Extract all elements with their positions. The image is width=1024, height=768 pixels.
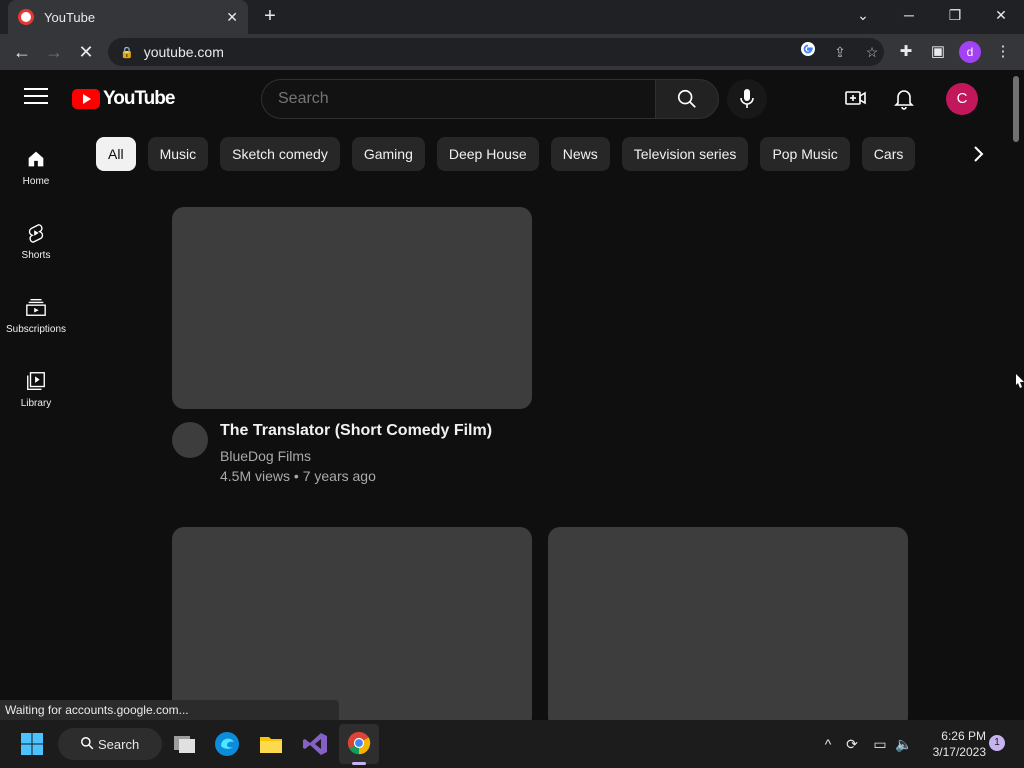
tab-title: YouTube <box>44 9 96 25</box>
visual-studio-icon[interactable] <box>301 730 329 758</box>
video-meta: 4.5M views • 7 years ago <box>220 468 376 484</box>
browser-profile-avatar[interactable]: d <box>959 41 981 63</box>
video-thumbnail[interactable] <box>548 527 908 729</box>
file-explorer-icon[interactable] <box>257 730 285 758</box>
clock-time: 6:26 PM <box>941 729 986 743</box>
chip-all[interactable]: All <box>96 137 136 171</box>
extensions-puzzle-icon[interactable]: ✚ <box>894 40 918 64</box>
guide-item-subscriptions[interactable]: Subscriptions <box>0 296 72 370</box>
windows-taskbar: Search ^ ⟳ ▭ 🔈 6:26 PM 3/17/2023 1 <box>0 720 1024 768</box>
youtube-masthead: YouTube C <box>0 70 1010 126</box>
voice-search-button[interactable] <box>727 79 767 119</box>
shorts-icon <box>28 224 44 243</box>
url-text: youtube.com <box>143 44 224 60</box>
home-icon <box>28 151 44 167</box>
browser-menu-icon[interactable]: ⋮ <box>991 40 1015 64</box>
chevron-up-icon[interactable]: ^ <box>818 734 838 754</box>
chip-deep-house[interactable]: Deep House <box>436 137 539 171</box>
search-icon <box>81 737 94 750</box>
notification-badge[interactable]: 1 <box>989 735 1005 751</box>
taskbar-clock[interactable]: 6:26 PM 3/17/2023 <box>920 728 986 760</box>
guide-item-shorts[interactable]: Shorts <box>0 222 72 296</box>
browser-toolbar: ← → ✕ 🔒 youtube.com ⇪ ☆ ✚ ▣ d ⋮ <box>0 34 1024 70</box>
video-thumbnail[interactable] <box>172 527 532 729</box>
video-title[interactable]: The Translator (Short Comedy Film) <box>220 422 492 440</box>
chip-pop-music[interactable]: Pop Music <box>760 137 850 171</box>
chrome-icon <box>347 731 371 755</box>
chip-sketch-comedy[interactable]: Sketch comedy <box>220 137 340 171</box>
chip-cars[interactable]: Cars <box>861 137 916 171</box>
filter-chips: All Music Sketch comedy Gaming Deep Hous… <box>96 137 916 171</box>
chip-television-series[interactable]: Television series <box>621 137 749 171</box>
account-avatar[interactable]: C <box>946 83 978 115</box>
forward-arrow-icon[interactable]: → <box>42 40 66 64</box>
chevron-right-icon[interactable] <box>966 142 990 166</box>
library-icon <box>27 372 45 390</box>
page-scrollbar[interactable] <box>1010 70 1024 720</box>
notifications-bell-icon[interactable] <box>892 86 916 110</box>
edge-browser-icon[interactable] <box>213 730 241 758</box>
close-window-button[interactable]: ✕ <box>978 0 1024 30</box>
channel-avatar[interactable] <box>172 422 208 458</box>
address-bar[interactable]: 🔒 youtube.com ⇪ ☆ <box>108 38 884 66</box>
guide-menu-icon[interactable] <box>24 88 48 108</box>
restore-button[interactable]: ❐ <box>932 0 978 30</box>
youtube-play-logo-icon <box>72 89 100 109</box>
minimize-button[interactable]: ─ <box>886 0 932 30</box>
bookmark-star-icon[interactable]: ☆ <box>860 40 884 64</box>
tab-search-chevron-icon[interactable]: ⌄ <box>840 0 886 30</box>
browser-status-bubble: Waiting for accounts.google.com... <box>0 700 339 720</box>
taskbar-search-button[interactable]: Search <box>58 728 162 760</box>
volume-icon[interactable]: 🔈 <box>894 734 914 754</box>
side-panel-icon[interactable]: ▣ <box>926 40 950 64</box>
new-tab-button[interactable]: + <box>258 4 282 28</box>
chip-music[interactable]: Music <box>147 137 209 171</box>
chrome-taskbar-button[interactable] <box>339 724 379 764</box>
sync-icon[interactable]: ⟳ <box>842 734 862 754</box>
browser-tab-youtube[interactable]: YouTube ✕ <box>8 0 248 34</box>
guide-label: Library <box>20 398 52 409</box>
youtube-logo[interactable]: YouTube <box>72 88 175 110</box>
windows-start-icon[interactable] <box>20 732 44 756</box>
create-video-icon[interactable] <box>844 86 868 110</box>
video-thumbnail[interactable] <box>172 207 532 409</box>
stop-loading-icon[interactable]: ✕ <box>74 40 98 64</box>
taskbar-search-label: Search <box>98 736 140 752</box>
task-view-icon[interactable] <box>170 730 198 758</box>
search-button[interactable] <box>655 79 719 119</box>
guide-item-home[interactable]: Home <box>0 148 72 222</box>
guide-label: Subscriptions <box>5 324 67 335</box>
search-icon <box>677 89 696 108</box>
tab-close-icon[interactable]: ✕ <box>226 9 238 26</box>
youtube-logo-text: YouTube <box>103 88 175 109</box>
lock-icon: 🔒 <box>120 46 134 59</box>
clock-date: 3/17/2023 <box>932 745 986 759</box>
scrollbar-thumb[interactable] <box>1013 76 1019 142</box>
microphone-icon <box>740 89 754 108</box>
share-icon[interactable]: ⇪ <box>828 40 852 64</box>
network-icon[interactable]: ▭ <box>870 734 890 754</box>
guide-label: Home <box>22 176 50 187</box>
video-channel[interactable]: BlueDog Films <box>220 448 311 464</box>
browser-tabstrip: YouTube ✕ + ⌄ ─ ❐ ✕ <box>0 0 1024 34</box>
chip-gaming[interactable]: Gaming <box>351 137 425 171</box>
search-input[interactable] <box>261 79 655 119</box>
google-lens-icon[interactable] <box>796 40 820 64</box>
back-arrow-icon[interactable]: ← <box>10 40 34 64</box>
active-app-indicator <box>352 762 366 765</box>
guide-label: Shorts <box>21 250 51 261</box>
mouse-cursor-icon <box>1016 374 1024 388</box>
guide-item-library[interactable]: Library <box>0 370 72 444</box>
subscriptions-icon <box>26 298 46 316</box>
youtube-favicon-icon <box>18 9 34 25</box>
chip-news[interactable]: News <box>550 137 610 171</box>
